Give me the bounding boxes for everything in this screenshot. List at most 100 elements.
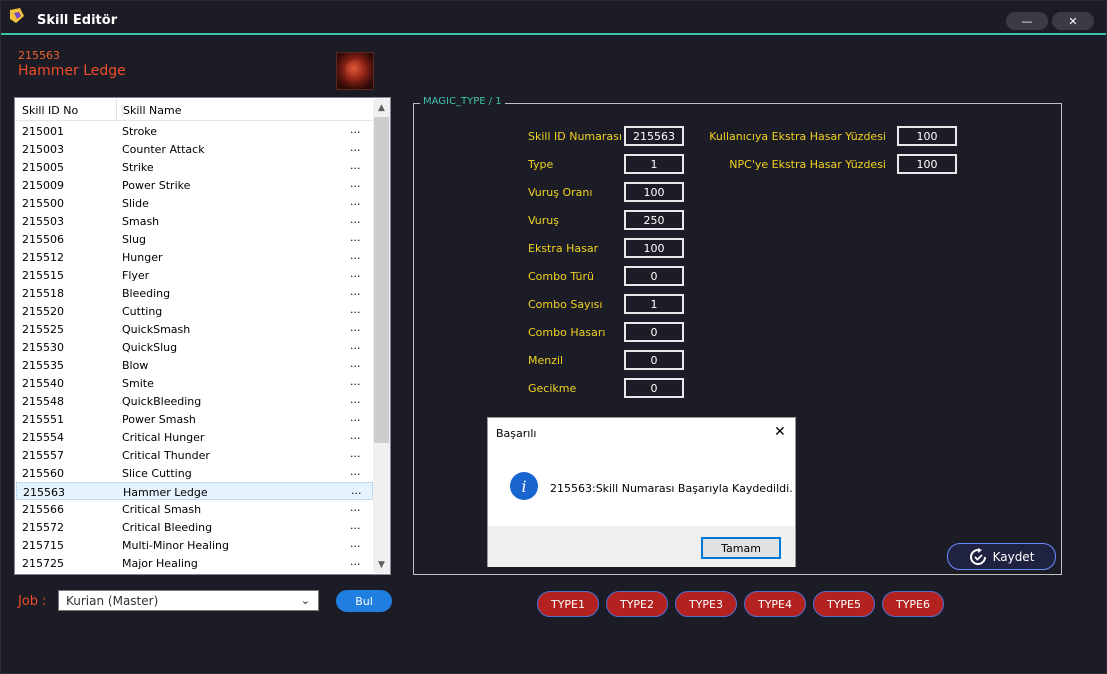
minimize-button[interactable]: — — [1006, 12, 1048, 30]
scroll-thumb[interactable] — [374, 117, 389, 443]
more-cell: ... — [350, 519, 361, 532]
field-input[interactable]: 100 — [624, 182, 684, 202]
table-row[interactable]: 215500 Slide... — [16, 194, 373, 212]
table-row[interactable]: 215548 QuickBleeding... — [16, 392, 373, 410]
job-select-value: Kurian (Master) — [66, 594, 159, 608]
skill-id-cell: 215540 — [22, 377, 64, 390]
table-row[interactable]: 215572 Critical Bleeding... — [16, 518, 373, 536]
table-row[interactable]: 215515 Flyer... — [16, 266, 373, 284]
table-row[interactable]: 215715 Multi-Minor Healing... — [16, 536, 373, 554]
type-button-4[interactable]: TYPE4 — [744, 591, 806, 617]
skill-id-cell: 215548 — [22, 395, 64, 408]
table-row[interactable]: 215557 Critical Thunder... — [16, 446, 373, 464]
table-row[interactable]: 215009 Power Strike... — [16, 176, 373, 194]
save-button[interactable]: Kaydet — [947, 543, 1056, 570]
field-label: Combo Türü — [528, 270, 595, 283]
field-input[interactable]: 0 — [624, 378, 684, 398]
table-row[interactable]: 215001 Stroke... — [16, 122, 373, 140]
table-row[interactable]: 215725 Major Healing... — [16, 554, 373, 572]
table-row[interactable]: 215003 Counter Attack... — [16, 140, 373, 158]
table-row[interactable]: 215563 Hammer Ledge... — [16, 482, 373, 500]
skill-list[interactable]: Skill ID No Skill Name 215001 Stroke... 21… — [14, 97, 391, 575]
scroll-up-icon[interactable]: ▲ — [373, 99, 390, 116]
table-row[interactable]: 215506 Slug... — [16, 230, 373, 248]
selected-skill-name: Hammer Ledge — [18, 63, 126, 79]
table-row[interactable]: 215525 QuickSmash... — [16, 320, 373, 338]
app-icon — [10, 8, 24, 23]
field-input[interactable]: 215563 — [624, 126, 684, 146]
field-input[interactable]: 100 — [897, 126, 957, 146]
skill-id-cell: 215560 — [22, 467, 64, 480]
skill-id-cell: 215566 — [22, 503, 64, 516]
column-header-skill-id[interactable]: Skill ID No — [22, 104, 78, 117]
close-button[interactable]: ✕ — [1052, 12, 1094, 30]
table-row[interactable]: 215554 Critical Hunger... — [16, 428, 373, 446]
skill-name-cell: Slide — [122, 197, 149, 210]
more-cell: ... — [350, 213, 361, 226]
skill-name-cell: Critical Hunger — [122, 431, 205, 444]
field-input[interactable]: 0 — [624, 322, 684, 342]
field-input[interactable]: 0 — [624, 266, 684, 286]
field-label: Combo Sayısı — [528, 298, 603, 311]
skill-name-cell: Critical Thunder — [122, 449, 210, 462]
skill-id-cell: 215512 — [22, 251, 64, 264]
field-label: Menzil — [528, 354, 564, 367]
dialog-title: Başarılı — [496, 427, 537, 440]
table-row[interactable]: 215512 Hunger... — [16, 248, 373, 266]
field-input[interactable]: 0 — [624, 350, 684, 370]
field-label: Combo Hasarı — [528, 326, 606, 339]
ok-button[interactable]: Tamam — [701, 537, 781, 559]
more-cell: ... — [350, 267, 361, 280]
more-cell: ... — [350, 249, 361, 262]
skill-name-cell: Multi-Minor Healing — [122, 539, 229, 552]
type-button-5[interactable]: TYPE5 — [813, 591, 875, 617]
table-row[interactable]: 215520 Cutting... — [16, 302, 373, 320]
field-input[interactable]: 100 — [624, 238, 684, 258]
skill-id-cell: 215500 — [22, 197, 64, 210]
more-cell: ... — [350, 393, 361, 406]
table-row[interactable]: 215518 Bleeding... — [16, 284, 373, 302]
skill-name-cell: Power Strike — [122, 179, 191, 192]
table-row[interactable]: 215540 Smite... — [16, 374, 373, 392]
job-label: Job : — [18, 594, 47, 609]
column-header-skill-name[interactable]: Skill Name — [122, 104, 181, 117]
column-divider — [116, 99, 117, 121]
table-row[interactable]: 215551 Power Smash... — [16, 410, 373, 428]
skill-name-cell: Critical Bleeding — [122, 521, 213, 534]
dialog-footer: Tamam — [488, 526, 795, 567]
scroll-down-icon[interactable]: ▼ — [373, 556, 390, 573]
more-cell: ... — [350, 465, 361, 478]
job-select[interactable]: Kurian (Master) ⌄ — [58, 590, 319, 611]
more-cell: ... — [350, 159, 361, 172]
info-icon: i — [510, 472, 538, 500]
more-cell: ... — [350, 141, 361, 154]
type-button-1[interactable]: TYPE1 — [537, 591, 599, 617]
skill-id-cell: 215009 — [22, 179, 64, 192]
skill-id-cell: 215563 — [23, 486, 65, 499]
skill-name-cell: Critical Smash — [122, 503, 202, 516]
skill-name-cell: Cutting — [122, 305, 163, 318]
table-row[interactable]: 215566 Critical Smash... — [16, 500, 373, 518]
table-row[interactable]: 215535 Blow... — [16, 356, 373, 374]
table-row[interactable]: 215560 Slice Cutting... — [16, 464, 373, 482]
field-input[interactable]: 100 — [897, 154, 957, 174]
table-row[interactable]: 215503 Smash... — [16, 212, 373, 230]
type-button-3[interactable]: TYPE3 — [675, 591, 737, 617]
refresh-check-icon — [969, 547, 986, 565]
skill-name-cell: Blow — [122, 359, 149, 372]
more-cell: ... — [350, 429, 361, 442]
field-input[interactable]: 1 — [624, 294, 684, 314]
type-button-2[interactable]: TYPE2 — [606, 591, 668, 617]
more-cell: ... — [350, 177, 361, 190]
skill-id-cell: 215725 — [22, 557, 64, 570]
dialog-close-icon[interactable]: ✕ — [774, 424, 786, 440]
type-button-6[interactable]: TYPE6 — [882, 591, 944, 617]
search-button[interactable]: Bul — [336, 590, 392, 612]
field-input[interactable]: 250 — [624, 210, 684, 230]
table-row[interactable]: 215530 QuickSlug... — [16, 338, 373, 356]
field-input[interactable]: 1 — [624, 154, 684, 174]
list-scrollbar[interactable]: ▲ ▼ — [373, 99, 390, 573]
more-cell: ... — [350, 321, 361, 334]
table-row[interactable]: 215005 Strike... — [16, 158, 373, 176]
field-label: Vuruş — [528, 214, 559, 227]
